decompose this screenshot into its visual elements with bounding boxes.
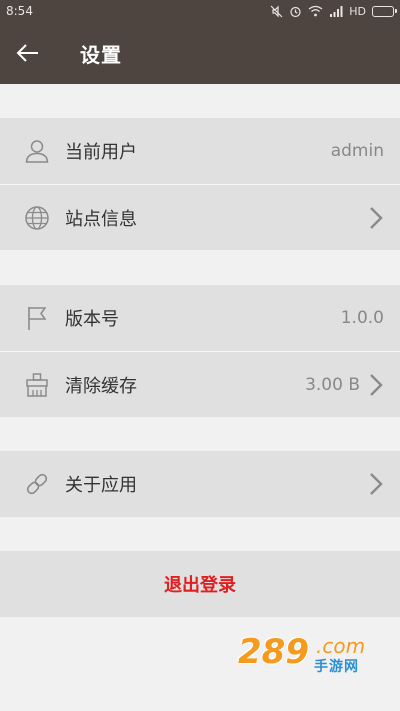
row-version: 版本号 1.0.0 bbox=[0, 285, 400, 351]
row-label: 关于应用 bbox=[65, 475, 137, 496]
chevron-right-icon bbox=[366, 471, 386, 497]
watermark-logo: 289 .com 手游网 bbox=[238, 632, 378, 676]
status-time: 8:54 bbox=[6, 4, 33, 18]
watermark-suffix: .com bbox=[316, 634, 366, 658]
arrow-left-icon bbox=[16, 44, 38, 62]
row-site-info[interactable]: 站点信息 bbox=[0, 184, 400, 250]
page-title: 设置 bbox=[80, 42, 122, 67]
back-button[interactable] bbox=[0, 22, 56, 84]
logout-button[interactable]: 退出登录 bbox=[0, 551, 400, 617]
version-value: 1.0.0 bbox=[340, 308, 384, 328]
row-label: 版本号 bbox=[65, 309, 119, 330]
app-bar: 设置 bbox=[0, 22, 400, 84]
chevron-right-icon bbox=[366, 372, 386, 398]
row-label: 清除缓存 bbox=[65, 375, 137, 397]
link-icon bbox=[24, 471, 50, 497]
row-label: 站点信息 bbox=[65, 208, 137, 230]
signal-icon bbox=[329, 5, 343, 17]
watermark-number: 289 bbox=[238, 632, 309, 672]
wifi-icon bbox=[308, 5, 323, 17]
status-icons: HD bbox=[270, 4, 397, 18]
broom-icon bbox=[24, 372, 50, 398]
status-bar: 8:54 HD bbox=[0, 0, 400, 22]
mute-icon bbox=[270, 5, 283, 18]
battery-icon bbox=[372, 5, 397, 17]
flag-icon bbox=[24, 305, 50, 331]
watermark-text: 手游网 bbox=[314, 659, 359, 675]
network-type: HD bbox=[349, 4, 366, 18]
row-about-app[interactable]: 关于应用 bbox=[0, 451, 400, 517]
alarm-icon bbox=[289, 5, 302, 18]
user-icon bbox=[24, 138, 50, 164]
globe-icon bbox=[24, 205, 50, 231]
row-label: 当前用户 bbox=[65, 142, 137, 163]
current-user-value: admin bbox=[330, 141, 384, 161]
chevron-right-icon bbox=[366, 205, 386, 231]
settings-group-account: 当前用户 admin 站点信息 bbox=[0, 118, 400, 250]
settings-group-app: 版本号 1.0.0 清除缓存 3.00 B bbox=[0, 285, 400, 417]
settings-group-about: 关于应用 bbox=[0, 451, 400, 517]
row-clear-cache[interactable]: 清除缓存 3.00 B bbox=[0, 351, 400, 417]
cache-size-value: 3.00 B bbox=[305, 374, 360, 395]
row-current-user: 当前用户 admin bbox=[0, 118, 400, 184]
logout-label: 退出登录 bbox=[164, 575, 236, 596]
